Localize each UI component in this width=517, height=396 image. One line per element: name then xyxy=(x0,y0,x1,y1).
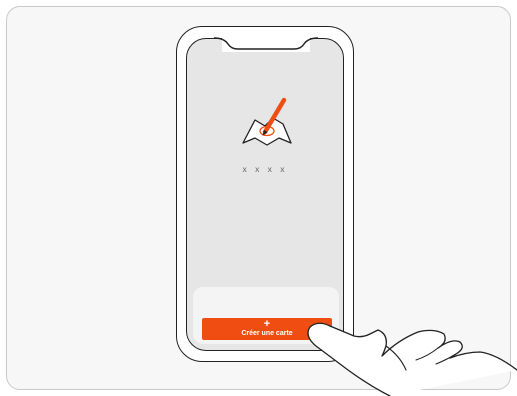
plus-icon: + xyxy=(263,318,271,330)
card-placeholder-text: x x x x xyxy=(242,164,288,174)
notch-outline xyxy=(213,37,319,50)
create-card-label: Créer une carte xyxy=(241,330,293,337)
tapping-hand-icon xyxy=(307,322,517,396)
map-pencil-icon xyxy=(242,97,292,146)
